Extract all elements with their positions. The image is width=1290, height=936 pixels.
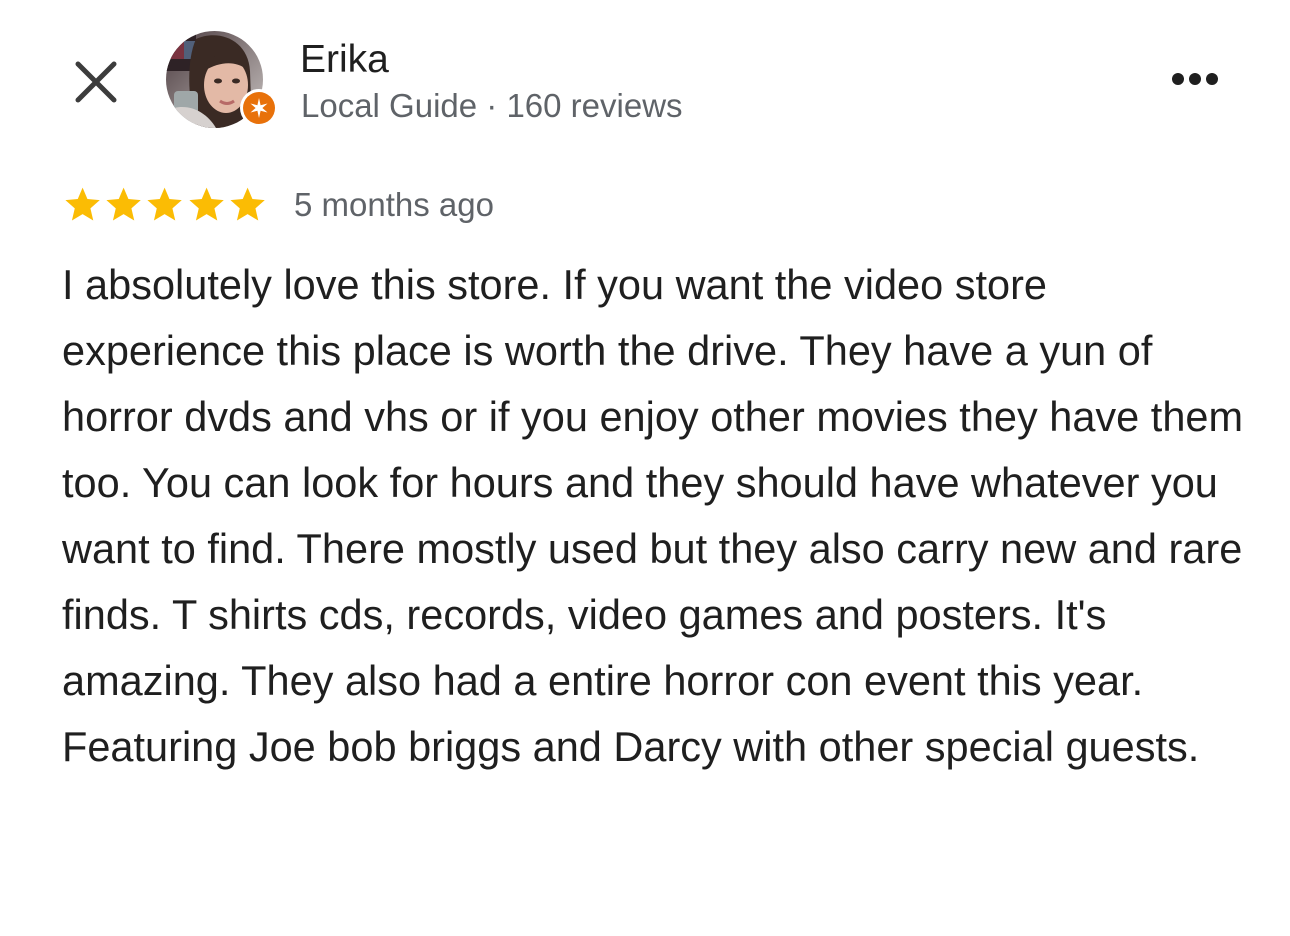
reviewer-meta: Local Guide · 160 reviews	[301, 87, 683, 124]
star-rating	[62, 185, 268, 225]
star-icon	[147, 187, 183, 221]
star-icon	[230, 187, 265, 221]
star-icon	[106, 187, 141, 221]
more-horizontal-icon	[1172, 73, 1218, 85]
star-icon	[65, 187, 100, 221]
close-button[interactable]	[70, 56, 122, 108]
reviewer-avatar-container	[166, 31, 278, 131]
more-options-button[interactable]	[1166, 62, 1224, 96]
review-text: I absolutely love this store. If you wan…	[62, 261, 1244, 770]
reviewer-name[interactable]: Erika	[300, 38, 389, 82]
local-guide-star-icon	[240, 89, 278, 127]
close-icon	[75, 61, 117, 103]
local-guide-badge	[239, 88, 279, 128]
review-time: 5 months ago	[294, 186, 494, 223]
rating-row: 5 months ago	[62, 183, 494, 227]
star-icon	[188, 187, 224, 221]
